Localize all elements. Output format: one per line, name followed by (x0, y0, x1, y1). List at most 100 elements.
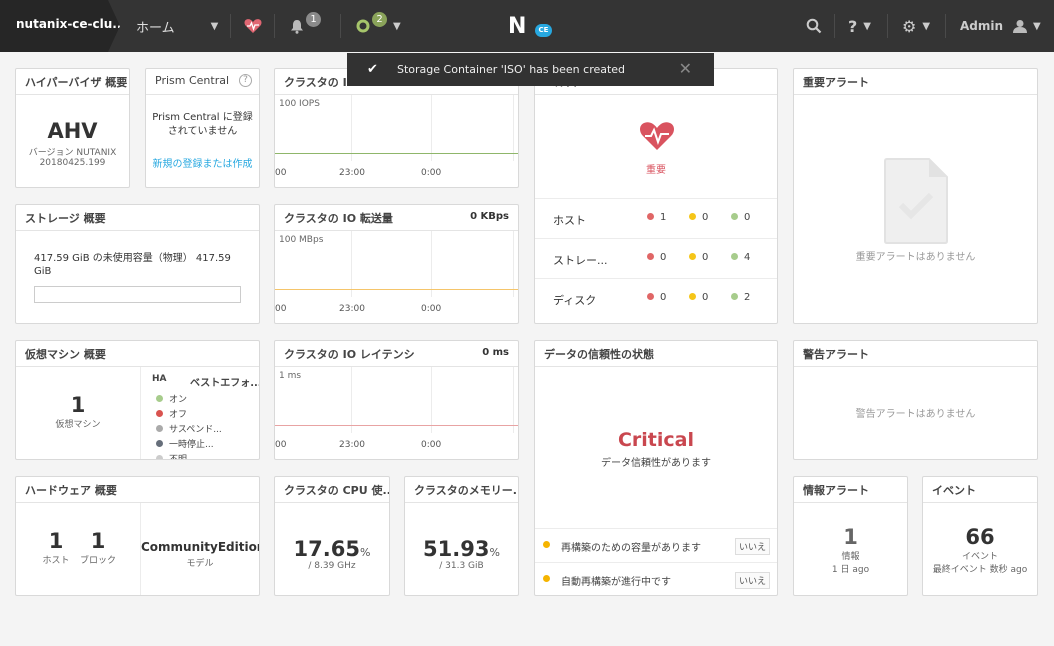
reason-text: 自動再構築が進行中です (561, 577, 671, 588)
tasks-button[interactable]: 2 ▼ (356, 0, 401, 52)
x-tick: 23:00 (339, 440, 365, 450)
value: 0 (660, 292, 667, 303)
settings-menu[interactable]: ⚙ ▼ (902, 0, 930, 52)
vm-summary-widget[interactable]: 仮想マシン 概要 1 仮想マシン HA ベストエフォ... オン1 オフ0 サス… (15, 340, 260, 460)
value: 0 (702, 212, 709, 223)
event-count: 66 (965, 525, 995, 549)
io-bandwidth-widget[interactable]: クラスタの IO 転送量 0 KBps 100 MBps 00 23:00 0:0… (274, 204, 519, 324)
search-icon (806, 18, 822, 34)
reason-button[interactable]: いいえ (734, 538, 770, 555)
x-tick: 0:00 (421, 168, 442, 178)
divider (230, 14, 231, 38)
help-menu[interactable]: ? ▼ (848, 0, 871, 52)
help-icon[interactable]: ? (239, 74, 252, 87)
value: 0 (702, 252, 709, 263)
x-tick: 23:00 (339, 304, 365, 314)
warning-count: 0 (689, 292, 708, 303)
green-dot-icon (731, 293, 738, 300)
health-widget[interactable]: ヘルス 重要 ホスト 1 0 0 ストレー... 0 0 4 ディスク 0 0 … (534, 68, 778, 324)
x-tick: 00 (275, 440, 287, 450)
grid-line (431, 231, 432, 297)
divider (340, 14, 341, 38)
cpu-usage-widget[interactable]: クラスタの CPU 使... 17.65% / 8.39 GHz (274, 476, 390, 596)
io-bandwidth-series-line (275, 289, 518, 290)
warning-alerts-widget[interactable]: 警告アラート 警告アラートはありません (793, 340, 1038, 460)
legend-label: オフ (169, 410, 188, 420)
health-row-host[interactable]: ホスト 1 0 0 (535, 198, 777, 238)
chevron-down-icon: ▼ (922, 20, 931, 32)
value: 2 (744, 292, 751, 303)
widget-title: 情報アラート (794, 477, 907, 503)
green-dot-icon (731, 213, 738, 220)
prism-central-widget[interactable]: Prism Central ? Prism Central に登録されていません… (145, 68, 260, 188)
health-row-storage[interactable]: ストレー... 0 0 4 (535, 238, 777, 278)
widget-title: 仮想マシン 概要 (16, 341, 259, 367)
cpu-capacity: / 8.39 GHz (308, 561, 356, 571)
hypervisor-name: AHV (47, 119, 98, 143)
storage-free-text: 417.59 GiB の未使用容量（物理） 417.59 GiB (34, 253, 231, 277)
resiliency-reason: 再構築のための容量があります いいえ (535, 528, 777, 561)
yellow-dot-icon (689, 293, 696, 300)
events-widget[interactable]: イベント 66 イベント 最終イベント 数秒 ago (922, 476, 1038, 596)
alerts-button[interactable]: 1 (290, 0, 321, 52)
green-dot-icon (156, 395, 163, 402)
critical-alerts-widget[interactable]: 重要アラート 重要アラートはありません (793, 68, 1038, 324)
legend-label: オン (169, 395, 188, 405)
home-menu[interactable]: ホーム ▼ (136, 0, 218, 52)
storage-summary-widget[interactable]: ストレージ 概要 417.59 GiB の未使用容量（物理） 417.59 Gi… (15, 204, 260, 324)
widget-title: クラスタの IO レイテンシ 0 ms (275, 341, 518, 367)
cluster-name: nutanix-ce-clu... (16, 17, 126, 31)
search-button[interactable] (806, 0, 822, 52)
ce-badge: CE (535, 24, 552, 37)
iops-series-line (275, 153, 518, 154)
good-count: 4 (731, 252, 750, 263)
best-effort-label: ベストエフォ... (190, 378, 260, 389)
tasks-icon (356, 19, 370, 33)
widget-title: ストレージ 概要 (16, 205, 259, 231)
memory-usage-widget[interactable]: クラスタのメモリー... 51.93% / 31.3 GiB (404, 476, 519, 596)
resiliency-reason: 自動再構築が進行中です いいえ (535, 562, 777, 595)
hardware-summary-widget[interactable]: ハードウェア 概要 1 ホスト 1 ブロック CommunityEdition … (15, 476, 260, 596)
io-latency-widget[interactable]: クラスタの IO レイテンシ 0 ms 1 ms 00 23:00 0:00 (274, 340, 519, 460)
health-icon (244, 19, 262, 33)
gear-icon: ⚙ (902, 16, 917, 36)
resiliency-subtitle: データ信頼性があります (601, 458, 711, 469)
legend-item: サスペンド...0 (156, 422, 259, 435)
bell-icon (291, 19, 303, 34)
value: 0 (744, 212, 751, 223)
divider (834, 14, 835, 38)
reason-button[interactable]: いいえ (734, 572, 770, 589)
info-alerts-widget[interactable]: 情報アラート 1 情報 1 日 ago (793, 476, 908, 596)
divider (140, 367, 141, 459)
light-dot-icon (156, 455, 163, 459)
chevron-down-icon: ▼ (1033, 20, 1041, 32)
user-menu[interactable]: Admin ▼ (960, 0, 1041, 52)
widget-title: クラスタの IO 転送量 0 KBps (275, 205, 518, 231)
hypervisor-summary-widget[interactable]: ハイパーバイザ 概要 AHV バージョン NUTANIX 20180425.19… (15, 68, 130, 188)
grid-line (513, 95, 514, 161)
logo-letter: N (508, 14, 527, 39)
divider (887, 14, 888, 38)
health-button[interactable] (244, 0, 262, 52)
user-name: Admin (960, 19, 1004, 33)
widget-title: データの信頼性の状態 (535, 341, 777, 367)
tasks-badge: 2 (372, 11, 387, 27)
widget-title-text: クラスタの IO レイテンシ (284, 348, 415, 361)
nutanix-logo[interactable]: N CE (508, 12, 554, 40)
critical-count: 0 (647, 252, 666, 263)
register-link[interactable]: 新規の登録または作成 (146, 155, 259, 170)
data-resiliency-widget[interactable]: データの信頼性の状態 Critical データ信頼性があります 再構築のための容… (534, 340, 778, 596)
close-icon[interactable]: ✕ (679, 59, 692, 78)
value: 1 (660, 212, 667, 223)
grid-line (513, 231, 514, 297)
y-axis-label: 100 IOPS (279, 99, 320, 109)
iops-widget[interactable]: クラスタの IOPS 100 IOPS 00 23:00 0:00 (274, 68, 519, 188)
health-row-disk[interactable]: ディスク 0 0 2 (535, 278, 777, 318)
cluster-name-tab[interactable]: nutanix-ce-clu... (0, 0, 120, 52)
divider (274, 14, 275, 38)
legend-label: 不明 (169, 455, 188, 460)
value: 0 (660, 252, 667, 263)
empty-message: 重要アラートはありません (855, 252, 976, 263)
ha-header: HA ベストエフォ... (152, 374, 259, 389)
x-tick: 00 (275, 168, 287, 178)
